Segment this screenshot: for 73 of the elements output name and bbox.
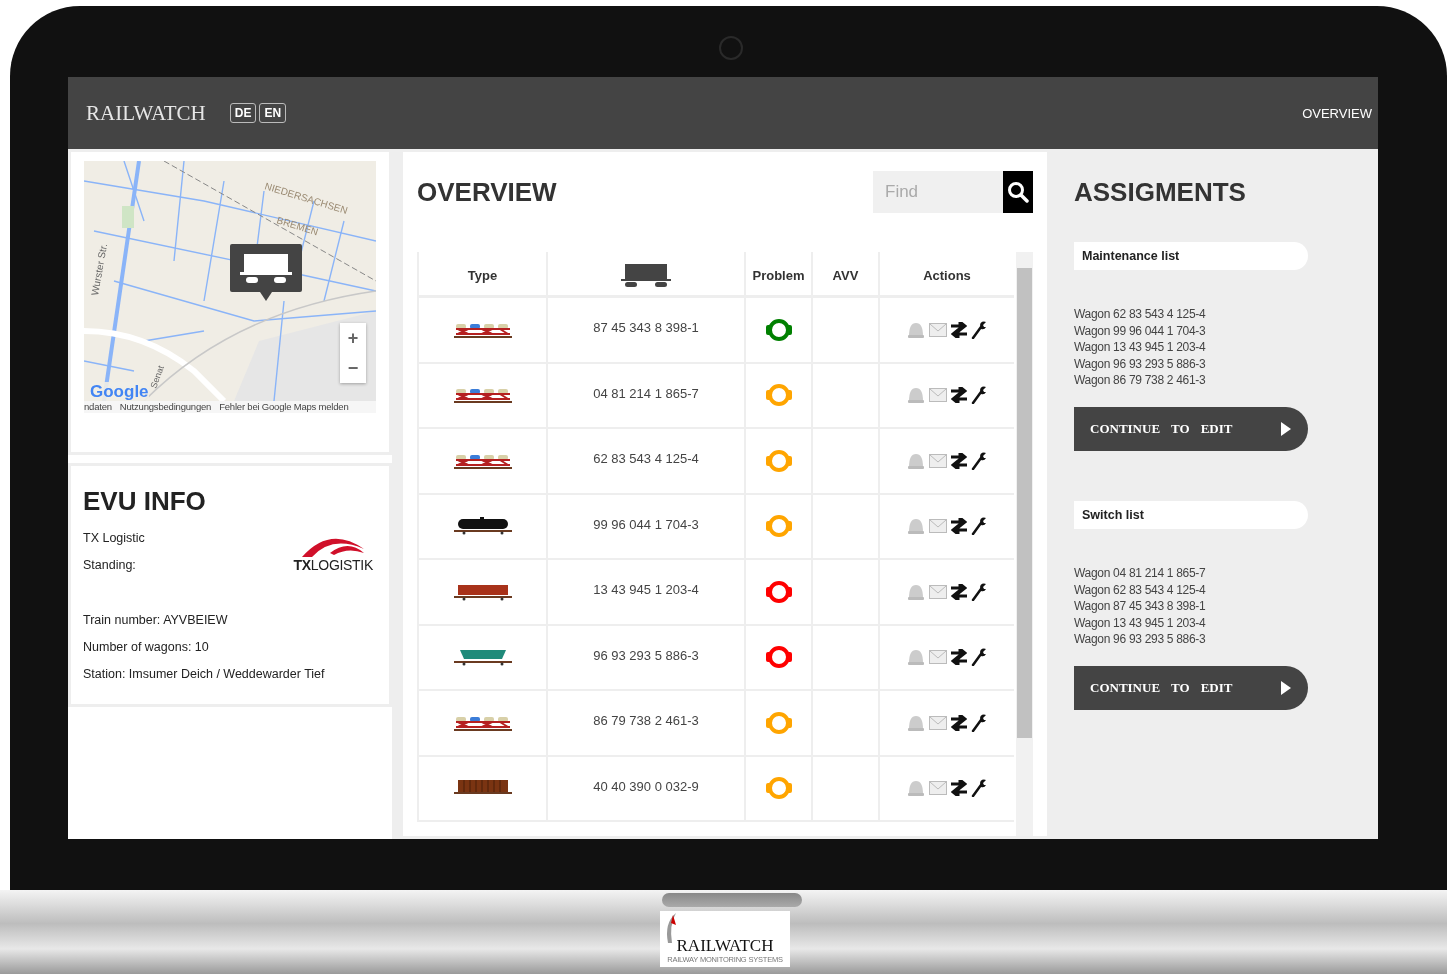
swap-arrows-icon[interactable] — [951, 714, 967, 731]
wagon-number: 86 79 738 2 461-3 — [548, 691, 746, 755]
swap-arrows-icon[interactable] — [951, 583, 967, 600]
company-name: TX Logistic — [83, 531, 145, 545]
wrench-icon[interactable] — [971, 648, 987, 667]
wagon-marker-icon[interactable] — [230, 244, 302, 302]
train-detail: Train number: AYVBEIEW — [83, 613, 229, 627]
wrench-icon[interactable] — [971, 517, 987, 536]
evu-info-title: EVU INFO — [83, 486, 207, 517]
play-triangle-icon — [1280, 422, 1292, 436]
overview-title: OVERVIEW — [417, 176, 557, 208]
wagon-entry: Wagon 04 81 214 1 865-7 — [1074, 566, 1207, 580]
swap-arrows-icon[interactable] — [951, 452, 967, 469]
column-header: Problem — [746, 252, 813, 295]
wagon-entry: Wagon 96 93 293 5 886-3 — [1074, 356, 1207, 371]
train-detail: Station: Imsumer Deich / Weddewarder Tief — [83, 667, 326, 681]
wagon-number: 62 83 543 4 125-4 — [548, 429, 746, 493]
wagon-entry: Wagon 96 93 293 5 886-3 — [1074, 632, 1207, 646]
search-icon — [1007, 181, 1029, 203]
wagon-entry: Wagon 62 83 543 4 125-4 — [1074, 307, 1207, 321]
continue-button[interactable]: CONTINUE TO EDIT — [1074, 407, 1308, 451]
wagon-icon — [619, 263, 673, 288]
map-attribution-link[interactable]: Nutzungsbedingungen — [119, 401, 212, 413]
train-detail: Number of wagons: 10 — [83, 640, 210, 654]
logo-arc-icon — [664, 913, 678, 943]
brand-name: RAILWATCH — [86, 100, 206, 126]
scrollbar[interactable] — [1016, 252, 1033, 836]
search-button[interactable] — [1003, 171, 1033, 213]
wagon-entry: Wagon 13 43 945 1 203-4 — [1074, 340, 1207, 354]
wagon-entry: Wagon 13 43 945 1 203-4 — [1074, 615, 1207, 630]
swap-arrows-icon[interactable] — [951, 518, 967, 535]
language-button[interactable]: DE — [229, 103, 257, 123]
map-label: Senat — [148, 364, 166, 390]
google-logo: Google — [90, 382, 149, 401]
wagon-entry: Wagon 99 96 044 1 704-3 — [1074, 323, 1207, 338]
swap-arrows-icon[interactable] — [951, 321, 967, 338]
nav-link[interactable]: OVERVIEW — [1302, 105, 1372, 121]
standing-label: Standing: — [83, 558, 137, 572]
wrench-icon[interactable] — [971, 320, 987, 339]
swap-arrows-icon[interactable] — [951, 387, 967, 404]
wagon-number: 40 40 390 0 032-9 — [548, 756, 746, 820]
wagon-entry: Wagon 87 45 343 8 398-1 — [1074, 599, 1207, 613]
wagon-number: 99 96 044 1 704-3 — [548, 494, 746, 558]
camera-icon — [719, 36, 743, 60]
wagon-number: 13 43 945 1 203-4 — [548, 560, 746, 624]
wagon-number: 04 81 214 1 865-7 — [548, 363, 746, 427]
column-header: Type — [417, 252, 548, 295]
swap-arrows-icon[interactable] — [951, 780, 967, 797]
assignments-title: ASSIGMENTS — [1074, 177, 1247, 208]
wagon-number: 96 93 293 5 886-3 — [548, 625, 746, 689]
list-name-field[interactable]: Switch list — [1074, 501, 1308, 529]
map-label: Wurster Str. — [89, 242, 110, 297]
column-header: Actions — [922, 267, 972, 285]
wagon-number: 87 45 343 8 398-1 — [548, 298, 746, 362]
play-triangle-icon — [1280, 681, 1292, 695]
search-field[interactable]: Find — [873, 171, 1003, 213]
zoom-out-button[interactable]: − — [340, 353, 366, 383]
wagon-entry: Wagon 62 83 543 4 125-4 — [1074, 582, 1207, 597]
column-header: AVV — [813, 252, 880, 295]
continue-button[interactable]: CONTINUE TO EDIT — [1074, 666, 1308, 710]
zoom-in-button[interactable]: + — [340, 323, 366, 353]
swap-arrows-icon[interactable] — [951, 649, 967, 666]
wrench-icon[interactable] — [971, 713, 987, 732]
map-attribution-link[interactable]: Fehler bei Google Maps melden — [219, 401, 349, 413]
wrench-icon[interactable] — [971, 779, 987, 798]
list-name-field[interactable]: Maintenance list — [1074, 242, 1308, 270]
language-button[interactable]: EN — [259, 103, 287, 123]
wrench-icon[interactable] — [971, 386, 987, 405]
wagon-entry: Wagon 86 79 738 2 461-3 — [1074, 373, 1207, 387]
map-attribution-link[interactable]: ndaten — [84, 401, 112, 413]
wrench-icon[interactable] — [971, 582, 987, 601]
company-logo-text: TXLOGISTIK — [293, 557, 373, 573]
wrench-icon[interactable] — [971, 451, 987, 470]
